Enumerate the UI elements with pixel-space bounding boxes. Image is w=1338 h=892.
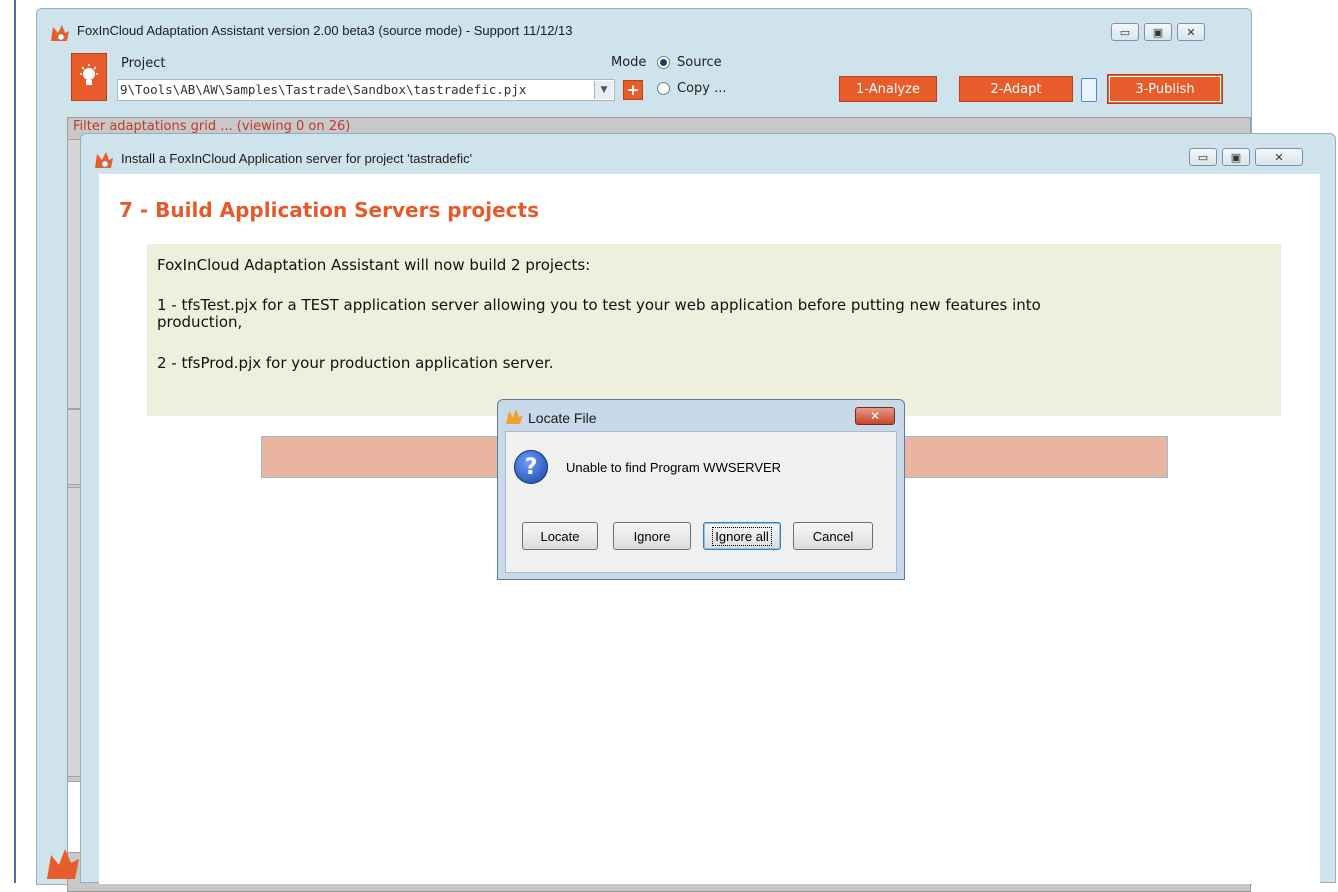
project-path-combo[interactable]: 9\Tools\AB\AW\Samples\Tastrade\Sandbox\t… [117,79,615,101]
minimize-icon: ▭ [1197,150,1209,164]
lightbulb-button[interactable] [71,53,107,101]
fox-icon [95,152,113,168]
project-label: Project [121,56,166,71]
install-maximize-button[interactable]: ▣ [1222,148,1250,166]
maximize-icon: ▣ [1152,25,1164,39]
desktop-divider [14,0,16,883]
analyze-button-label: 1-Analyze [856,81,920,97]
close-icon: ✕ [1186,25,1196,39]
publish-button[interactable]: 3-Publish [1107,74,1223,104]
minimize-button[interactable]: ▭ [1111,23,1139,41]
desktop-strip [0,0,13,883]
question-icon: ? [514,450,548,484]
fox-logo-icon [47,849,79,879]
lightbulb-icon [80,64,98,85]
mode-label: Mode [611,55,647,70]
cancel-button[interactable]: Cancel [793,522,873,550]
analyze-button[interactable]: 1-Analyze [839,76,937,102]
mode-copy-radio[interactable] [657,82,670,95]
side-panel-bottom [67,487,81,777]
publish-button-label: 3-Publish [1135,81,1195,97]
adapt-button[interactable]: 2-Adapt [959,76,1073,102]
minimize-icon: ▭ [1119,25,1131,39]
locate-button-label: Locate [540,528,580,544]
install-close-button[interactable]: ✕ [1255,148,1303,166]
info-line-2a: 1 - tfsTest.pjx for a TEST application s… [157,296,1041,314]
chevron-down-icon: ▼ [600,85,608,95]
mode-source-radio[interactable] [657,56,670,69]
close-icon: ✕ [1274,150,1284,164]
info-box: FoxInCloud Adaptation Assistant will now… [147,244,1281,416]
cancel-button-label: Cancel [812,528,854,544]
locate-message: Unable to find Program WWSERVER [566,460,782,475]
locate-close-button[interactable]: ✕ [855,407,895,425]
locate-dialog-title: Locate File [528,410,597,426]
locate-dialog-body: ? Unable to find Program WWSERVER Locate… [505,431,897,573]
add-project-button[interactable]: + [623,80,643,100]
step-heading: 7 - Build Application Servers projects [119,198,539,222]
locate-file-dialog: Locate File ✕ ? Unable to find Program W… [497,399,905,580]
fox-icon [506,409,523,424]
locate-button[interactable]: Locate [522,522,598,550]
close-icon: ✕ [869,409,881,423]
ignore-button[interactable]: Ignore [613,522,691,550]
combo-dropdown-button[interactable]: ▼ [594,81,613,99]
info-line-2b: production, [157,313,243,331]
close-button[interactable]: ✕ [1177,23,1205,41]
filter-grid-link[interactable]: Filter adaptations grid ... (viewing 0 o… [73,119,350,134]
mode-source-label[interactable]: Source [677,55,722,70]
document-icon[interactable] [1081,78,1097,102]
maximize-button[interactable]: ▣ [1144,23,1172,41]
ignore-all-button[interactable]: Ignore all [703,522,781,550]
radio-selected-dot [660,59,667,66]
info-line-1: FoxInCloud Adaptation Assistant will now… [157,256,591,274]
side-panel-top [67,139,81,409]
ignore-button-label: Ignore [633,528,671,544]
mode-copy-label[interactable]: Copy ... [677,81,727,96]
install-minimize-button[interactable]: ▭ [1189,148,1217,166]
fox-icon [51,25,69,41]
maximize-icon: ▣ [1230,150,1242,164]
info-line-3: 2 - tfsProd.pjx for your production appl… [157,354,554,372]
adapt-button-label: 2-Adapt [990,81,1042,97]
main-window-title: FoxInCloud Adaptation Assistant version … [77,23,573,38]
side-panel-middle [67,409,81,485]
ignore-all-button-label: Ignore all [712,526,772,546]
install-window-title: Install a FoxInCloud Application server … [121,151,473,166]
